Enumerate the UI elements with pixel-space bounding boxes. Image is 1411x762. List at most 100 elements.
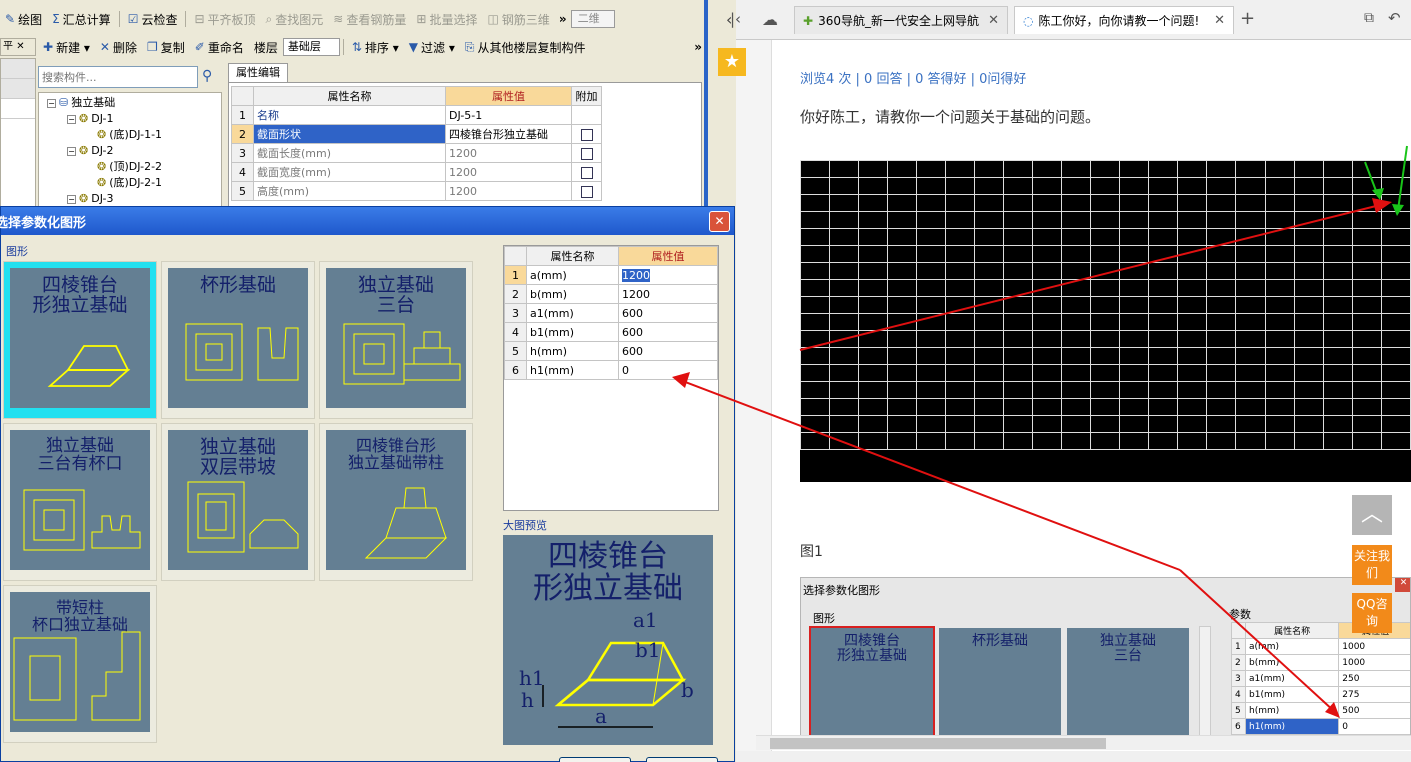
param-value[interactable]: 600 <box>618 303 718 323</box>
param-value[interactable]: 600 <box>618 341 718 361</box>
prop-value[interactable]: 1200 <box>445 181 572 201</box>
table-row[interactable]: 6 h1(mm) 0 <box>504 360 718 380</box>
tree-item[interactable]: − ❂ DJ-3 <box>47 191 221 207</box>
param-value[interactable]: 0 <box>618 360 718 380</box>
toolbar-button[interactable]: ✕ 删除 <box>95 37 142 57</box>
prop-tab[interactable]: 属性编辑 <box>228 63 288 83</box>
restore-tabs-icon[interactable]: ⧉ <box>1364 10 1374 26</box>
tree-root[interactable]: − ⛁ 独立基础 <box>47 95 221 111</box>
table-row[interactable]: 1 a(mm) 1200 <box>504 265 718 285</box>
tree-item[interactable]: ❂ (底)DJ-1-1 <box>47 127 221 143</box>
toolbar-button[interactable]: ◫ 钢筋三维 <box>482 9 554 29</box>
cad-cell <box>916 262 947 280</box>
param-value[interactable]: 1200 <box>618 265 718 285</box>
table-row[interactable]: 3 a1(mm) 600 <box>504 303 718 323</box>
cad-cell <box>800 211 831 229</box>
search-icon[interactable]: ⚲ <box>202 68 212 84</box>
shape-sketch <box>187 481 299 553</box>
table-row[interactable]: 3 截面长度(mm) 1200 <box>231 143 602 163</box>
more-icon[interactable]: » <box>555 12 571 26</box>
qq-button[interactable]: QQ咨询 <box>1352 593 1392 633</box>
toolbar-button[interactable]: ⌕ 查找图元 <box>261 9 329 29</box>
tree-item[interactable]: − ❂ DJ-2 <box>47 143 221 159</box>
sidebar-toggle-icon[interactable]: |‹ <box>730 10 741 28</box>
prop-value[interactable]: 四棱锥台形独立基础 <box>445 124 572 144</box>
close-tab-icon[interactable]: ✕ <box>982 13 999 28</box>
cloud-icon[interactable]: ☁ <box>762 10 778 29</box>
table-row[interactable]: 4 截面宽度(mm) 1200 <box>231 162 602 182</box>
follow-button[interactable]: 关注我们 <box>1352 545 1392 585</box>
table-row[interactable]: 1 名称 DJ-5-1 <box>231 105 602 125</box>
pin-icon[interactable]: 平 <box>3 41 13 52</box>
floor-select[interactable]: 基础层 <box>282 38 340 56</box>
dialog-ok-button[interactable] <box>559 757 631 762</box>
cad-cell <box>974 347 1005 365</box>
cad-cell <box>1119 279 1150 297</box>
dialog-cancel-button[interactable] <box>646 757 718 762</box>
collapse-icon[interactable]: − <box>67 194 76 204</box>
find-icon: ⌕ <box>265 11 273 26</box>
toolbar-button[interactable]: ≋ 查看钢筋量 <box>328 9 411 29</box>
dialog-close-button[interactable]: ✕ <box>709 211 730 232</box>
shape-option[interactable]: 四棱锥台形 独立基础带柱 <box>319 423 473 581</box>
toolbar-button[interactable]: ❐ 复制 <box>142 37 190 57</box>
toolbar-button[interactable]: 楼层 <box>249 37 283 57</box>
table-row[interactable]: 2 b(mm) 1200 <box>504 284 718 304</box>
back-to-top-button[interactable]: ︿ <box>1352 495 1392 535</box>
collapse-icon[interactable]: − <box>67 114 76 124</box>
browser-tab-active[interactable]: ◌ 陈工你好，向你请教一个问题! ✕ <box>1014 6 1234 34</box>
toolbar-button[interactable]: ⊟ 平齐板顶 <box>189 9 260 29</box>
attach-checkbox[interactable] <box>580 147 593 160</box>
shape-option[interactable]: 杯形基础 <box>161 261 315 419</box>
collapse-icon[interactable]: − <box>47 98 56 108</box>
attach-checkbox[interactable] <box>580 166 593 179</box>
param-value[interactable]: 600 <box>618 322 718 342</box>
attach-checkbox[interactable] <box>580 185 593 198</box>
shape-option[interactable]: 独立基础 三台有杯口 <box>3 423 157 581</box>
collapse-icon[interactable]: − <box>67 146 76 156</box>
toolbar-button[interactable]: ✐ 重命名 <box>190 37 249 57</box>
search-input[interactable] <box>38 66 198 88</box>
table-row[interactable]: 4 b1(mm) 600 <box>504 322 718 342</box>
cad-cell <box>1177 330 1208 348</box>
new-tab-icon[interactable]: + <box>1240 8 1255 29</box>
attach-checkbox[interactable] <box>580 128 593 141</box>
toolbar-button[interactable]: ⎘ 从其他楼层复制构件 <box>460 37 591 57</box>
toolbar-button[interactable]: ✚ 新建 ▾ <box>38 37 95 57</box>
table-row[interactable]: 2 截面形状 四棱锥台形独立基础 <box>231 124 602 144</box>
toolbar-separator <box>185 11 187 27</box>
browser-tab[interactable]: ✚ 360导航_新一代安全上网导航 ✕ <box>794 6 1008 34</box>
tree-item[interactable]: − ❂ DJ-1 <box>47 111 221 127</box>
h-scrollbar[interactable] <box>756 735 1411 750</box>
prop-value[interactable]: 1200 <box>445 162 572 182</box>
param-value[interactable]: 1200 <box>618 284 718 304</box>
shape-option[interactable]: 独立基础 三台 <box>319 261 473 419</box>
cad-cell <box>887 160 918 178</box>
shape-option[interactable]: 独立基础 双层带坡 <box>161 423 315 581</box>
prop-value[interactable]: DJ-5-1 <box>445 105 572 125</box>
svg-text:b: b <box>681 678 694 702</box>
toolbar-button[interactable]: ⊞ 批量选择 <box>411 9 482 29</box>
close-icon[interactable]: ✕ <box>16 41 24 52</box>
toolbar-button[interactable]: ▼ 过滤 ▾ <box>404 37 460 57</box>
toolbar-button[interactable]: ✎ 绘图 <box>0 9 47 29</box>
view-select[interactable]: 二维 <box>570 10 615 28</box>
h-scrollbar-thumb[interactable] <box>770 738 1106 749</box>
table-row[interactable]: 5 h(mm) 600 <box>504 341 718 361</box>
toolbar-button[interactable]: ⇅ 排序 ▾ <box>347 37 404 57</box>
embedded-screenshot: 选择参数化图形 图形 参数 四棱锥台形独立基础杯形基础独立基础三台 属性名称属性… <box>800 577 1411 737</box>
prop-value[interactable]: 1200 <box>445 143 572 163</box>
toolbar-button[interactable]: ☑ 云检查 <box>123 9 183 29</box>
shape-option[interactable]: 四棱锥台 形独立基础 <box>3 261 157 419</box>
table-row[interactable]: 5 高度(mm) 1200 <box>231 181 602 201</box>
undo-close-icon[interactable]: ↶ <box>1388 9 1401 27</box>
tree-item[interactable]: ❂ (底)DJ-2-1 <box>47 175 221 191</box>
close-tab-icon[interactable]: ✕ <box>1208 13 1225 28</box>
cad-cell <box>1293 245 1324 263</box>
toolbar-button[interactable]: Σ 汇总计算 <box>47 9 116 29</box>
left-pane-pin[interactable]: 平 ✕ <box>0 38 36 56</box>
shape-option[interactable]: 带短柱 杯口独立基础 <box>3 585 157 743</box>
splitter[interactable] <box>704 0 708 208</box>
star-icon[interactable]: ★ <box>718 48 746 76</box>
tree-item[interactable]: ❂ (顶)DJ-2-2 <box>47 159 221 175</box>
